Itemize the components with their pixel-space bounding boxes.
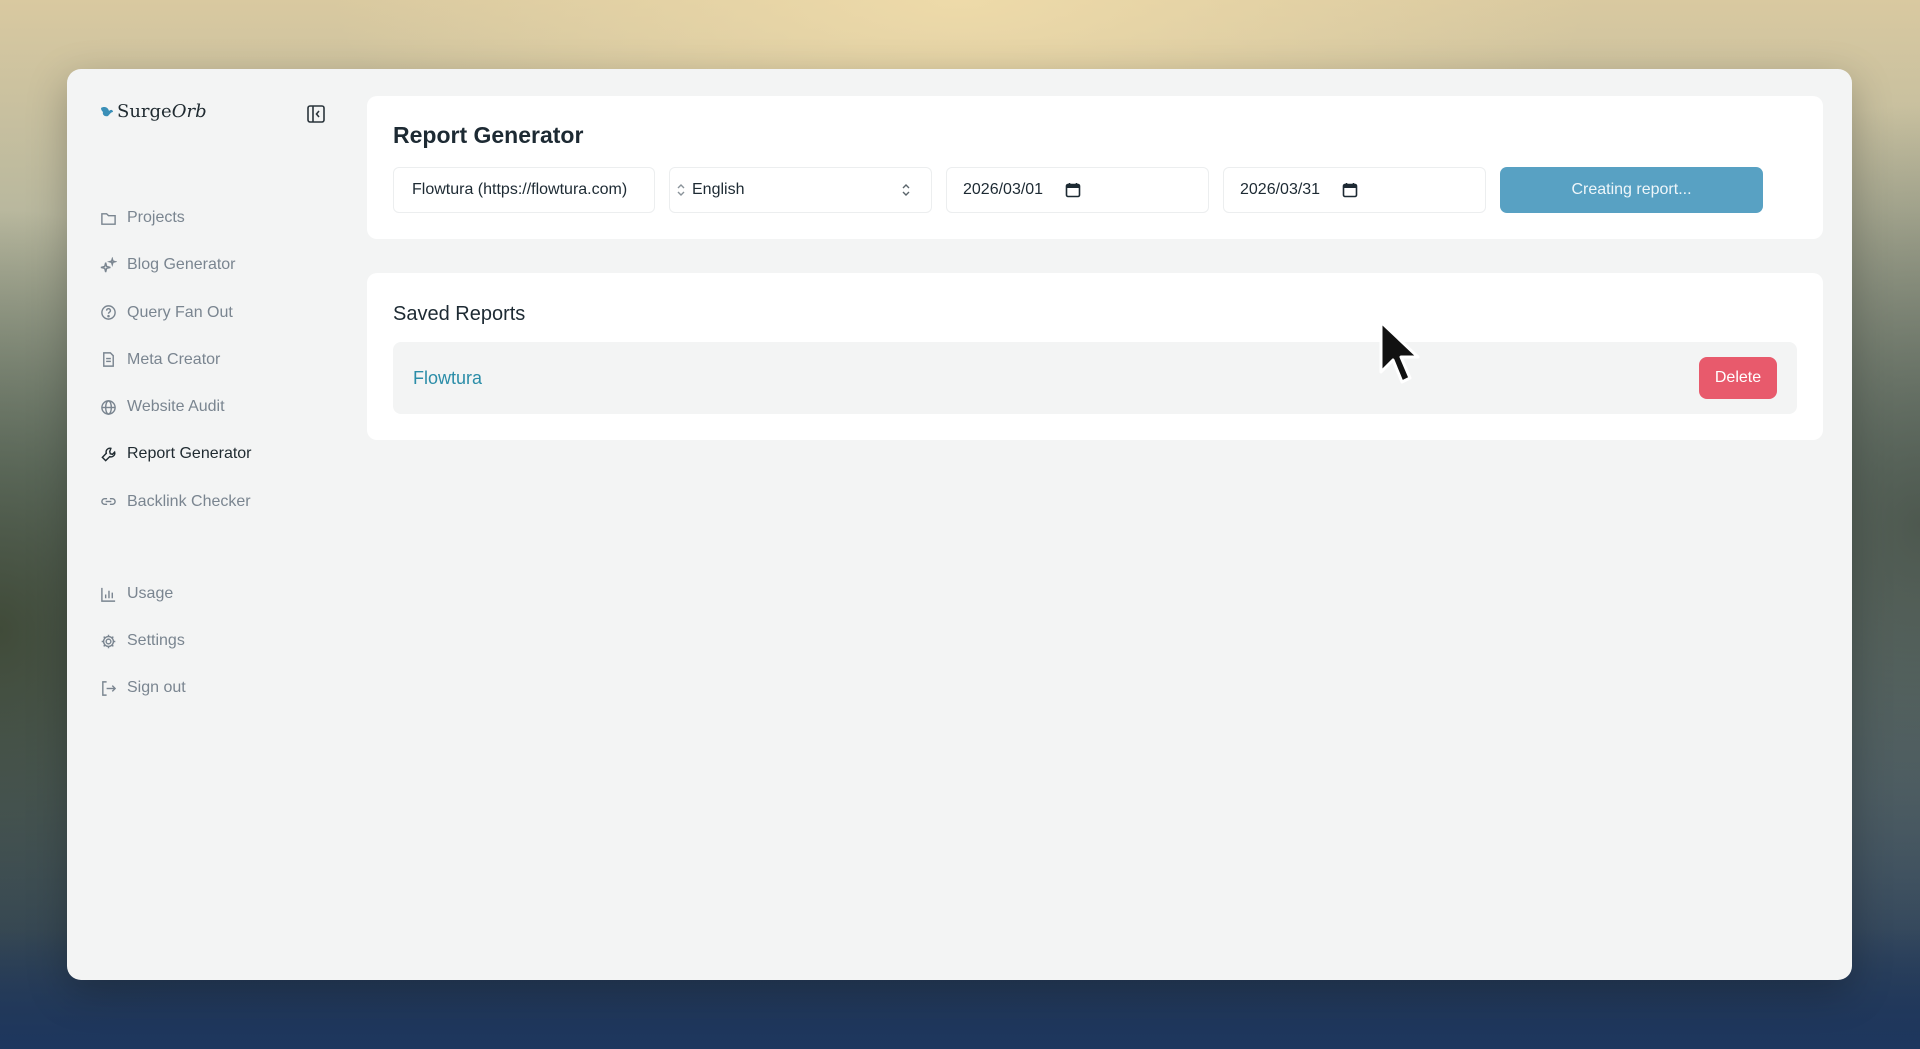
link-icon [100, 498, 116, 506]
sidebar-item-label: Settings [127, 632, 185, 649]
calendar-icon[interactable] [1065, 182, 1081, 198]
sidebar-item-sign-out[interactable]: Sign out [99, 673, 339, 703]
page-title: Report Generator [393, 122, 584, 148]
sidebar-item-report-generator[interactable]: Report Generator [99, 439, 339, 469]
sidebar-item-meta-creator[interactable]: Meta Creator [99, 345, 339, 375]
calendar-icon[interactable] [1342, 182, 1358, 198]
sidebar-item-label: Report Generator [127, 445, 252, 463]
sidebar-item-label: Sign out [127, 679, 186, 696]
sidebar: SurgeOrb Projects Blog Generator Query F… [67, 69, 367, 980]
sidebar-item-label: Backlink Checker [127, 492, 251, 510]
wing-icon [101, 106, 113, 116]
main-content: Report Generator Flowtura (https://flowt… [367, 69, 1852, 980]
chevron-updown-icon [902, 184, 910, 196]
language-select[interactable]: English [669, 167, 932, 213]
sparkles-icon [100, 256, 117, 273]
brand: SurgeOrb [100, 101, 207, 122]
sidebar-item-projects[interactable]: Projects [99, 203, 339, 233]
sidebar-item-query-fan-out[interactable]: Query Fan Out [99, 298, 339, 328]
saved-reports-card: Saved Reports Flowtura Delete [367, 273, 1823, 440]
start-date-input[interactable]: 2026/03/01 [946, 167, 1209, 213]
sidebar-collapse-button[interactable] [305, 103, 327, 125]
create-report-button[interactable]: Creating report... [1500, 167, 1763, 213]
sort-arrows-icon [677, 184, 685, 196]
sidebar-item-blog-generator[interactable]: Blog Generator [99, 250, 339, 280]
gear-icon [101, 634, 115, 648]
folder-icon [100, 212, 116, 225]
sidebar-collapse-icon [307, 105, 325, 123]
sidebar-item-label: Meta Creator [127, 350, 221, 368]
sidebar-item-settings[interactable]: Settings [99, 626, 339, 656]
start-date-value: 2026/03/01 [963, 181, 1044, 198]
end-date-input[interactable]: 2026/03/31 [1223, 167, 1486, 213]
sidebar-item-label: Query Fan Out [127, 303, 233, 321]
list-item: Flowtura Delete [393, 342, 1797, 414]
report-controls: Flowtura (https://flowtura.com) English … [393, 167, 1797, 213]
sidebar-item-label: Usage [127, 585, 174, 602]
language-select-value: English [692, 181, 745, 198]
sidebar-item-usage[interactable]: Usage [99, 579, 339, 609]
globe-icon [100, 399, 116, 415]
sidebar-item-label: Projects [127, 209, 185, 226]
sidebar-nav: Projects Blog Generator Query Fan Out Me… [99, 203, 339, 534]
saved-report-link[interactable]: Flowtura [413, 368, 482, 389]
sidebar-item-label: Website Audit [127, 398, 225, 416]
sidebar-item-website-audit[interactable]: Website Audit [99, 392, 339, 422]
question-circle-icon [100, 305, 116, 320]
report-generator-card: Report Generator Flowtura (https://flowt… [367, 96, 1823, 239]
mouse-cursor-icon [1379, 320, 1420, 384]
sidebar-item-label: Blog Generator [127, 256, 236, 274]
saved-reports-title: Saved Reports [393, 303, 526, 325]
sign-out-icon [101, 680, 116, 696]
project-select[interactable]: Flowtura (https://flowtura.com) [393, 167, 655, 213]
document-icon [102, 352, 114, 368]
sidebar-footer-nav: Usage Settings Sign out [99, 579, 339, 720]
app-window: SurgeOrb Projects Blog Generator Query F… [67, 69, 1852, 980]
delete-report-button[interactable]: Delete [1699, 357, 1777, 399]
wrench-icon [100, 447, 115, 462]
end-date-value: 2026/03/31 [1240, 181, 1321, 198]
bar-chart-icon [100, 587, 115, 602]
sidebar-item-backlink-checker[interactable]: Backlink Checker [99, 487, 339, 517]
brand-name: SurgeOrb [117, 101, 207, 122]
project-select-value: Flowtura (https://flowtura.com) [412, 181, 628, 198]
